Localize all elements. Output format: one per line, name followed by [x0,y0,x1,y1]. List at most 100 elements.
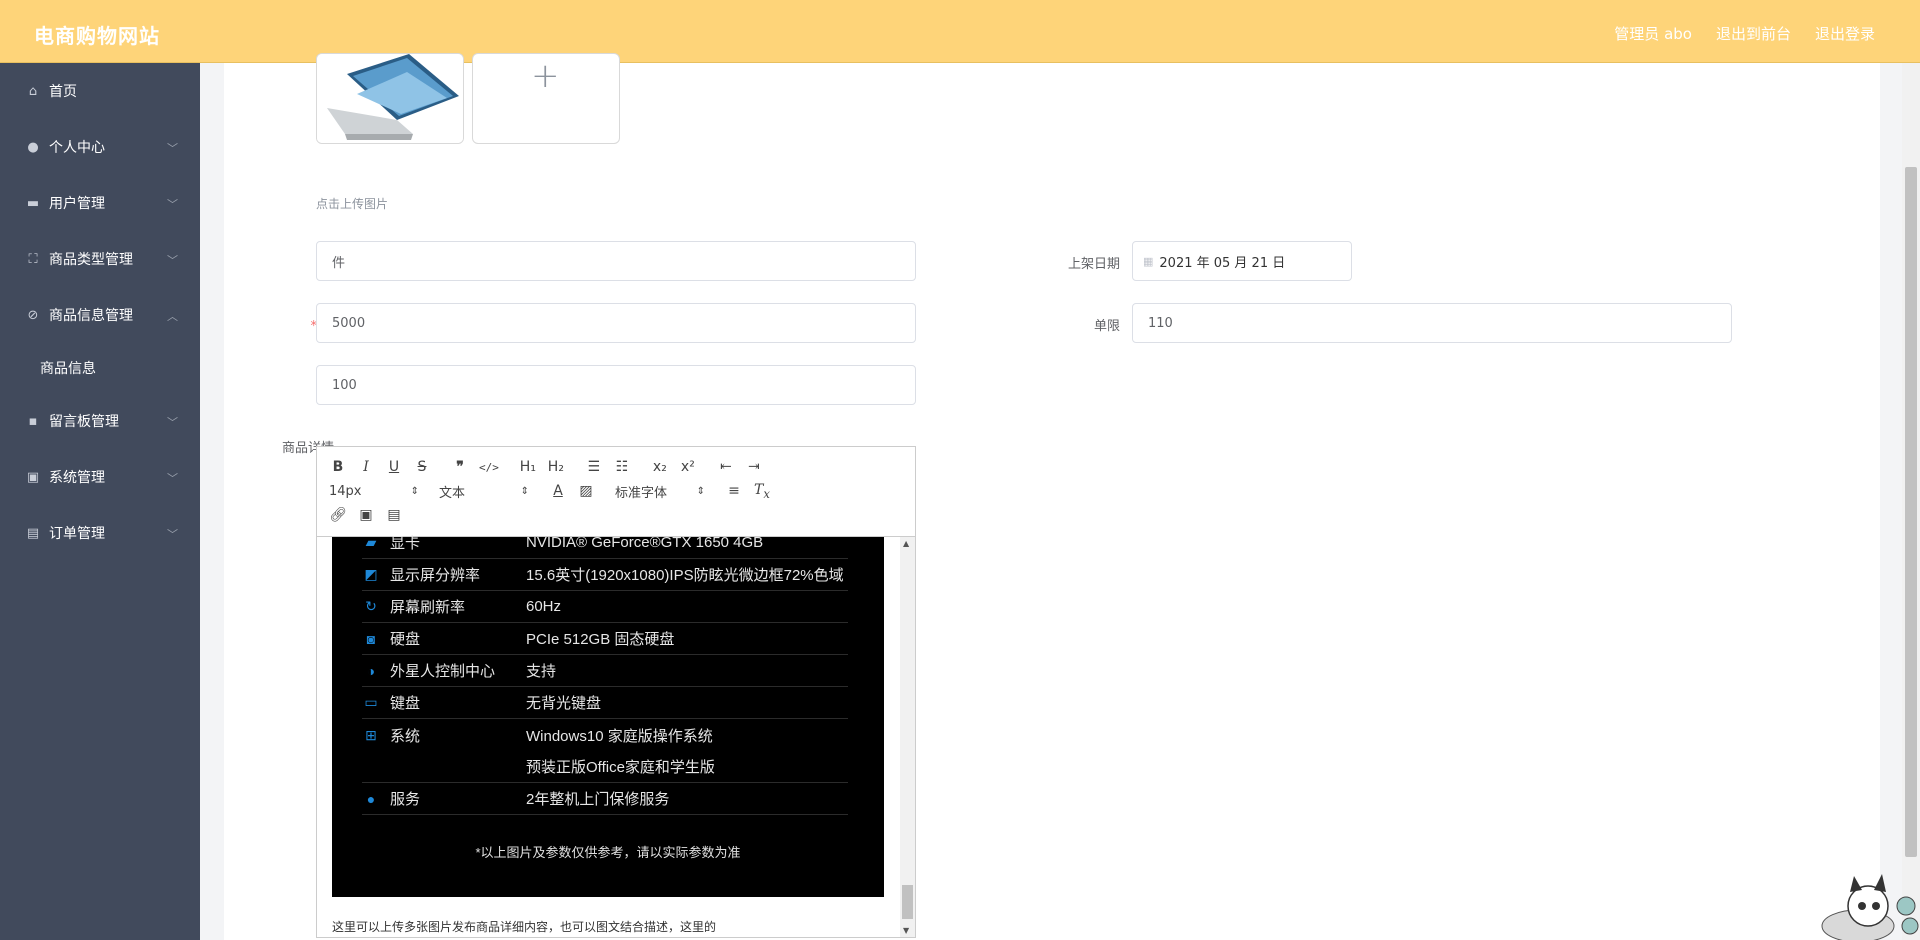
spec-image: ▰ 显卡 NVIDIA® GeForce®GTX 1650 4GB ◩ 显示屏分… [332,534,884,897]
sidebar-item-label: 商品类型管理 [49,252,133,268]
font-color-button[interactable]: A [549,483,567,499]
strike-button[interactable]: S [413,459,431,475]
sidebar-item-message-board[interactable]: ▪ 留言板管理 ﹀ [0,393,200,449]
video-insert-icon[interactable]: ▤ [385,507,403,523]
page-scrollbar-thumb[interactable] [1905,167,1917,857]
sidebar-item-label: 首页 [49,84,77,100]
header-1-button[interactable]: H₁ [519,459,537,475]
header-2-button[interactable]: H₂ [547,459,565,475]
block-format-value: 文本 [439,485,466,501]
spec-name: 服务 [390,791,421,808]
editor-scrollbar[interactable]: ▲ ▼ [900,537,915,937]
top-header: 电商购物网站 管理员 abo 退出到前台 退出登录 [0,0,1920,63]
editor-toolbar: B I U S ❞ </> H₁ H₂ ☰ ☷ x₂ x² ⇤ ⇥ 14px ⇕ [317,447,915,537]
upload-tip: 点击上传图片 [316,197,389,211]
logout-link[interactable]: 退出登录 [1815,23,1875,44]
underline-button[interactable]: U [385,459,403,475]
date-value: 2021 年 05 月 21 日 [1159,255,1286,271]
service-icon: ● [366,790,376,807]
spec-row: ◩ 显示屏分辨率 15.6英寸(1920x1080)IPS防眩光微边框72%色域 [362,559,848,591]
chevron-down-icon: ﹀ [167,528,178,541]
toolbar-row-1: B I U S ❞ </> H₁ H₂ ☰ ☷ x₂ x² ⇤ ⇥ [329,455,903,479]
scroll-down-icon[interactable]: ▼ [903,926,909,935]
indent-button[interactable]: ⇥ [745,459,763,475]
price-input[interactable]: 5000 [316,303,916,343]
editor-content[interactable]: ▰ 显卡 NVIDIA® GeForce®GTX 1650 4GB ◩ 显示屏分… [317,534,915,937]
uploaded-image[interactable] [316,53,464,144]
outdent-button[interactable]: ⇤ [717,459,735,475]
admin-label: 管理员 abo [1614,25,1692,43]
sidebar-item-label: 订单管理 [49,526,105,542]
limit-input[interactable]: 110 [1132,303,1732,343]
image-insert-icon[interactable]: ▣ [357,507,375,523]
chevron-down-icon: ﹀ [167,254,178,267]
display-icon: ◩ [364,566,378,582]
unit-value: 件 [332,255,346,271]
select-arrows-icon: ⇕ [410,485,419,497]
spec-name: 硬盘 [390,631,421,648]
italic-button[interactable]: I [357,459,375,475]
font-size-select[interactable]: 14px ⇕ [329,484,419,499]
editor-scrollbar-thumb[interactable] [902,885,913,919]
sidebar-item-system-management[interactable]: ▣ 系统管理 ﹀ [0,449,200,505]
sidebar-item-category-management[interactable]: ⛶ 商品类型管理 ﹀ [0,231,200,287]
spec-row: ▰ 显卡 NVIDIA® GeForce®GTX 1650 4GB [362,527,848,559]
clear-format-button[interactable]: Tx [753,482,771,501]
align-button[interactable]: ≡ [725,483,743,499]
spec-row: ⊞ 系统 Windows10 家庭版操作系统 [362,719,848,751]
superscript-button[interactable]: x² [679,459,697,475]
spec-row: 预装正版Office家庭和学生版 [362,751,848,783]
bullet-list-button[interactable]: ☷ [613,459,631,475]
spec-name: 键盘 [390,695,421,712]
sidebar-item-label: 系统管理 [49,470,105,486]
user-icon: ● [27,139,39,155]
subscript-button[interactable]: x₂ [651,459,669,475]
chevron-down-icon: ﹀ [167,198,178,211]
date-picker[interactable]: ▦ 2021 年 05 月 21 日 [1132,241,1352,281]
background-color-button[interactable]: ▨ [577,483,595,499]
mascot-image [1821,874,1919,940]
sidebar-item-label: 用户管理 [49,196,105,212]
chevron-down-icon: ﹀ [167,142,178,155]
sidebar-item-user-management[interactable]: ▬ 用户管理 ﹀ [0,175,200,231]
unit-input[interactable]: 件 [316,241,916,281]
sidebar-item-product-management[interactable]: ⊘ 商品信息管理 ︿ [0,287,200,343]
settings-icon: ▣ [26,469,40,485]
block-format-select[interactable]: 文本 ⇕ [439,482,529,501]
site-brand: 电商购物网站 [34,24,160,48]
expand-icon: ⛶ [28,251,38,267]
sidebar-item-label: 商品信息 [40,361,96,377]
limit-value: 110 [1148,315,1173,331]
font-size-value: 14px [329,483,362,499]
ordered-list-button[interactable]: ☰ [585,459,603,475]
toolbar-row-3: 🔗︎ ▣ ▤ [329,503,903,527]
exit-to-front-link[interactable]: 退出到前台 [1716,23,1791,44]
date-label: 上架日期 [1067,257,1120,272]
bold-button[interactable]: B [329,459,347,475]
page-scrollbar[interactable] [1902,63,1920,940]
sidebar-item-order-management[interactable]: ▤ 订单管理 ﹀ [0,505,200,561]
spec-value: 60Hz [526,598,562,615]
upload-add-button[interactable]: + [472,53,620,144]
spec-name: 外星人控制中心 [390,663,496,680]
spec-value: PCIe 512GB 固态硬盘 [526,631,675,648]
users-icon: ▬ [26,195,40,211]
disk-icon: ◙ [366,630,376,647]
sidebar-item-home[interactable]: ⌂ 首页 [0,63,200,119]
code-block-button[interactable]: </> [479,461,499,474]
alien-icon: ◑ [366,662,376,679]
spec-row: ◙ 硬盘 PCIe 512GB 固态硬盘 [362,623,848,655]
spec-name: 系统 [390,727,421,745]
chevron-down-icon: ﹀ [167,416,178,429]
rich-text-editor: B I U S ❞ </> H₁ H₂ ☰ ☷ x₂ x² ⇤ ⇥ 14px ⇕ [316,446,916,938]
stock-input[interactable]: 100 [316,365,916,405]
sidebar-item-personal-center[interactable]: ● 个人中心 ﹀ [0,119,200,175]
font-family-select[interactable]: 标准字体 ⇕ [615,482,705,501]
link-icon[interactable]: 🔗︎ [329,507,347,523]
blockquote-button[interactable]: ❞ [451,459,469,475]
spec-name: 显示屏分辨率 [390,567,481,584]
scroll-up-icon[interactable]: ▲ [903,539,909,548]
sidebar-subitem-product-info[interactable]: 商品信息 [0,343,200,393]
spec-value: 2年整机上门保修服务 [526,791,670,808]
chevron-down-icon: ﹀ [167,472,178,485]
